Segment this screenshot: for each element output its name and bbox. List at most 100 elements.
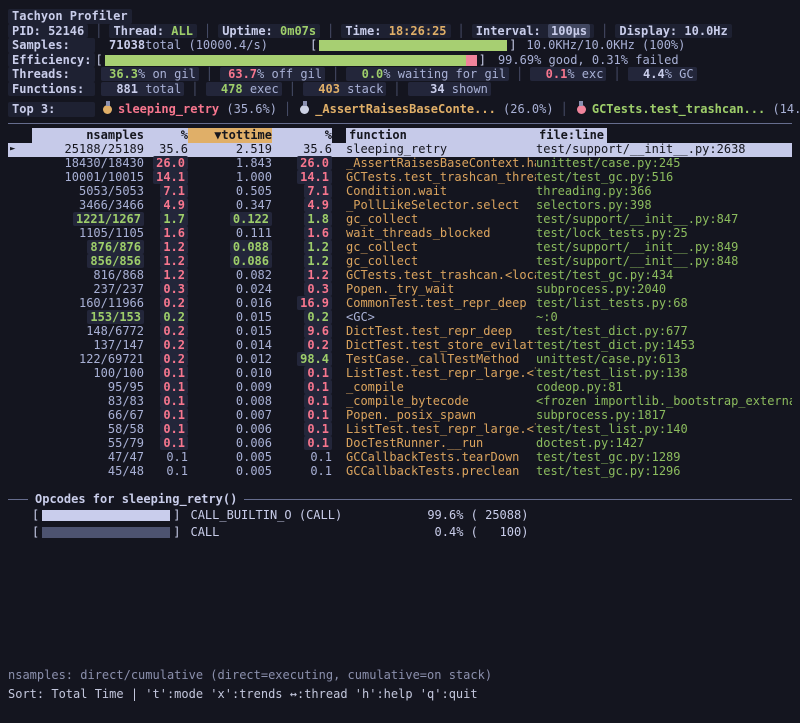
function-name-cell: Popen._posix_spawn — [332, 408, 536, 423]
functions-stat-suffix: shown — [445, 82, 488, 96]
table-row[interactable]: ►25188/2518935.62.51935.6sleeping_retryt… — [8, 143, 792, 157]
function-name-cell: GCCallbackTests.tearDown — [332, 450, 536, 465]
percent-cumulative-cell: 98.4 — [272, 352, 332, 367]
table-row[interactable]: 100/1000.10.0100.1ListTest.test_repr_lar… — [8, 367, 792, 381]
percent-cumulative-cell: 9.6 — [272, 324, 332, 339]
table-row[interactable]: 58/580.10.0060.1ListTest.test_repr_large… — [8, 423, 792, 437]
table-row[interactable]: 55/790.10.0060.1DocTestRunner.__rundocte… — [8, 437, 792, 451]
samples-bar-fill — [319, 40, 507, 51]
info-item: Thread: ALL — [109, 24, 196, 39]
table-row[interactable]: 95/950.10.0090.1_compilecodeop.py:81 — [8, 381, 792, 395]
separator: │ — [458, 24, 465, 39]
nsamples-cell: 137/147 — [32, 338, 144, 353]
separator: │ — [601, 24, 608, 39]
percent-direct-cell: 0.1 — [144, 436, 188, 451]
function-name-cell: Popen._try_wait — [332, 282, 536, 297]
table-row[interactable]: 122/697210.20.01298.4TestCase._callTestM… — [8, 353, 792, 367]
tottime-cell: 0.006 — [188, 436, 272, 451]
column-header-percent-cumulative[interactable]: % — [272, 128, 332, 143]
table-row[interactable]: 18430/1843026.01.84326.0_AssertRaisesBas… — [8, 157, 792, 171]
table-row[interactable]: 148/67720.20.0159.6DictTest.test_repr_de… — [8, 325, 792, 339]
info-item: Time: 18:26:25 — [341, 24, 450, 39]
functions-stat: 403 stack — [303, 82, 386, 96]
info-value: 10.0Hz — [684, 24, 727, 38]
opcode-bar-track — [42, 510, 170, 521]
threads-items: 36.3% on gil│63.7% off gil│0.0% waiting … — [101, 67, 697, 82]
file-line-cell: unittest/case.py:613 — [536, 352, 792, 367]
function-name-cell: wait_threads_blocked — [332, 226, 536, 241]
nsamples-cell: 66/67 — [32, 408, 144, 423]
threads-stat-suffix: % waiting for gil — [383, 67, 506, 81]
column-header-function[interactable]: function — [332, 128, 536, 143]
percent-cumulative-cell: 14.1 — [272, 170, 332, 185]
table-row[interactable]: 876/8761.20.0881.2gc_collecttest/support… — [8, 241, 792, 255]
tottime-cell: 0.008 — [188, 394, 272, 409]
table-row[interactable]: 237/2370.30.0240.3Popen._try_waitsubproc… — [8, 283, 792, 297]
threads-stat-suffix: % GC — [665, 67, 694, 81]
percent-direct-cell: 0.2 — [144, 352, 188, 367]
table-row[interactable]: 83/830.10.0080.1_compile_bytecode<frozen… — [8, 395, 792, 409]
file-line-cell: subprocess.py:1817 — [536, 408, 792, 423]
percent-cumulative-cell: 0.1 — [272, 464, 332, 479]
function-name-cell: gc_collect — [332, 240, 536, 255]
threads-stat: 63.7% off gil — [220, 67, 325, 81]
percent-direct-cell: 0.2 — [144, 296, 188, 311]
column-header-tottime-sorted[interactable]: ▼tottime — [188, 128, 272, 143]
percent-direct-cell: 0.2 — [144, 338, 188, 353]
samples-total-rest: total (10000.4/s) — [145, 38, 268, 53]
footer-help-nsamples: nsamples: direct/cumulative (direct=exec… — [8, 668, 492, 683]
table-row[interactable]: 1105/11051.60.1111.6wait_threads_blocked… — [8, 227, 792, 241]
separator: │ — [284, 102, 291, 116]
column-header-file-line[interactable]: file:line — [536, 128, 792, 143]
table-row[interactable]: 153/1530.20.0150.2<GC>~:0 — [8, 311, 792, 325]
function-name-cell: _PollLikeSelector.select — [332, 198, 536, 213]
info-label: Time: — [345, 24, 388, 38]
percent-cumulative-cell: 0.1 — [272, 380, 332, 395]
functions-stat-value: 403 — [306, 82, 340, 97]
threads-stat-value: 0.0 — [349, 67, 383, 82]
nsamples-cell: 47/47 — [32, 450, 144, 465]
file-line-cell: selectors.py:398 — [536, 198, 792, 213]
percent-direct-cell: 0.3 — [144, 282, 188, 297]
selected-row-arrow-icon: ► — [8, 142, 32, 157]
threads-stat-suffix: % exc — [567, 67, 603, 81]
file-line-cell: test/support/__init__.py:847 — [536, 212, 792, 227]
file-line-cell: test/lock_tests.py:25 — [536, 226, 792, 241]
bronze-medal-icon — [577, 105, 586, 114]
tottime-cell: 0.015 — [188, 324, 272, 339]
table-row[interactable]: 10001/1001514.11.00014.1GCTests.test_tra… — [8, 171, 792, 185]
function-table: ►25188/2518935.62.51935.6sleeping_retryt… — [8, 143, 792, 479]
file-line-cell: test/test_gc.py:1289 — [536, 450, 792, 465]
table-row[interactable]: 160/119660.20.01616.9CommonTest.test_rep… — [8, 297, 792, 311]
tottime-cell: 0.088 — [188, 240, 272, 255]
column-header-nsamples[interactable]: nsamples — [32, 128, 144, 143]
nsamples-cell: 5053/5053 — [32, 184, 144, 199]
percent-cumulative-cell: 7.1 — [272, 184, 332, 199]
table-row[interactable]: 137/1470.20.0140.2DictTest.test_store_ev… — [8, 339, 792, 353]
info-item: Display: 10.0Hz — [615, 24, 731, 39]
column-header-percent-direct[interactable]: % — [144, 128, 188, 143]
table-row[interactable]: 45/480.10.0050.1GCCallbackTests.preclean… — [8, 465, 792, 479]
table-row[interactable]: 816/8681.20.0821.2GCTests.test_trashcan.… — [8, 269, 792, 283]
percent-cumulative-cell: 0.1 — [272, 436, 332, 451]
table-row[interactable]: 47/470.10.0050.1GCCallbackTests.tearDown… — [8, 451, 792, 465]
file-line-cell: <frozen importlib._bootstrap_externa — [536, 394, 792, 409]
table-row[interactable]: 3466/34664.90.3474.9_PollLikeSelector.se… — [8, 199, 792, 213]
app-title: Tachyon Profiler — [8, 9, 132, 24]
percent-direct-cell: 0.2 — [144, 310, 188, 325]
table-row[interactable]: 5053/50537.10.5057.1Condition.waitthread… — [8, 185, 792, 199]
table-row[interactable]: 66/670.10.0070.1Popen._posix_spawnsubpro… — [8, 409, 792, 423]
threads-stat: 4.4% GC — [628, 67, 697, 81]
info-item: Uptime: 0m07s — [218, 24, 320, 39]
table-row[interactable]: 1221/12671.70.1221.8gc_collecttest/suppo… — [8, 213, 792, 227]
percent-cumulative-cell: 35.6 — [272, 142, 332, 157]
tottime-cell: 2.519 — [188, 142, 272, 157]
percent-direct-cell: 14.1 — [144, 170, 188, 185]
percent-cumulative-cell: 0.2 — [272, 310, 332, 325]
opcode-name: CALL — [180, 525, 406, 540]
table-row[interactable]: 856/8561.20.0861.2gc_collecttest/support… — [8, 255, 792, 269]
tottime-cell: 0.086 — [188, 254, 272, 269]
efficiency-bar: [] — [95, 53, 485, 68]
percent-direct-cell: 4.9 — [144, 198, 188, 213]
file-line-cell: threading.py:366 — [536, 184, 792, 199]
